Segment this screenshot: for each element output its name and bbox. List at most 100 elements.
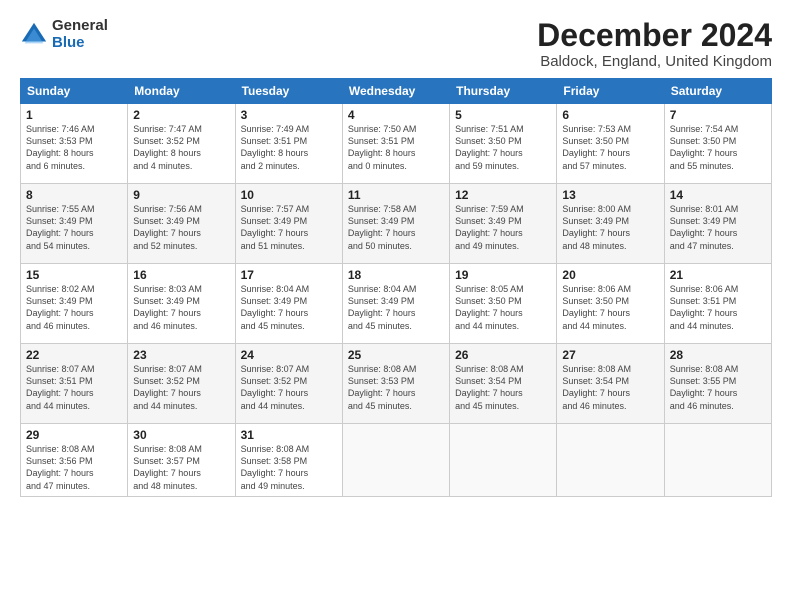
day-number: 7 <box>670 108 766 122</box>
day-number: 3 <box>241 108 337 122</box>
day-number: 10 <box>241 188 337 202</box>
table-row: 17Sunrise: 8:04 AM Sunset: 3:49 PM Dayli… <box>235 264 342 344</box>
logo-general-text: General <box>52 18 108 35</box>
day-number: 30 <box>133 428 229 442</box>
table-row: 22Sunrise: 8:07 AM Sunset: 3:51 PM Dayli… <box>21 344 128 424</box>
day-number: 21 <box>670 268 766 282</box>
day-number: 26 <box>455 348 551 362</box>
day-number: 28 <box>670 348 766 362</box>
table-row: 7Sunrise: 7:54 AM Sunset: 3:50 PM Daylig… <box>664 104 771 184</box>
table-row: 29Sunrise: 8:08 AM Sunset: 3:56 PM Dayli… <box>21 424 128 497</box>
table-row: 6Sunrise: 7:53 AM Sunset: 3:50 PM Daylig… <box>557 104 664 184</box>
day-number: 31 <box>241 428 337 442</box>
table-row: 3Sunrise: 7:49 AM Sunset: 3:51 PM Daylig… <box>235 104 342 184</box>
day-info: Sunrise: 7:49 AM Sunset: 3:51 PM Dayligh… <box>241 123 337 172</box>
header-row: Sunday Monday Tuesday Wednesday Thursday… <box>21 79 772 104</box>
day-number: 29 <box>26 428 122 442</box>
table-row: 15Sunrise: 8:02 AM Sunset: 3:49 PM Dayli… <box>21 264 128 344</box>
day-info: Sunrise: 7:50 AM Sunset: 3:51 PM Dayligh… <box>348 123 444 172</box>
day-info: Sunrise: 8:04 AM Sunset: 3:49 PM Dayligh… <box>348 283 444 332</box>
col-sunday: Sunday <box>21 79 128 104</box>
day-info: Sunrise: 8:07 AM Sunset: 3:52 PM Dayligh… <box>241 363 337 412</box>
day-number: 19 <box>455 268 551 282</box>
table-row: 20Sunrise: 8:06 AM Sunset: 3:50 PM Dayli… <box>557 264 664 344</box>
day-info: Sunrise: 8:06 AM Sunset: 3:50 PM Dayligh… <box>562 283 658 332</box>
day-info: Sunrise: 8:07 AM Sunset: 3:51 PM Dayligh… <box>26 363 122 412</box>
day-info: Sunrise: 7:56 AM Sunset: 3:49 PM Dayligh… <box>133 203 229 252</box>
day-number: 5 <box>455 108 551 122</box>
table-row: 10Sunrise: 7:57 AM Sunset: 3:49 PM Dayli… <box>235 184 342 264</box>
day-info: Sunrise: 8:08 AM Sunset: 3:53 PM Dayligh… <box>348 363 444 412</box>
table-row: 19Sunrise: 8:05 AM Sunset: 3:50 PM Dayli… <box>450 264 557 344</box>
day-info: Sunrise: 7:59 AM Sunset: 3:49 PM Dayligh… <box>455 203 551 252</box>
day-info: Sunrise: 8:08 AM Sunset: 3:54 PM Dayligh… <box>562 363 658 412</box>
day-number: 14 <box>670 188 766 202</box>
table-row: 2Sunrise: 7:47 AM Sunset: 3:52 PM Daylig… <box>128 104 235 184</box>
day-info: Sunrise: 7:53 AM Sunset: 3:50 PM Dayligh… <box>562 123 658 172</box>
day-info: Sunrise: 7:54 AM Sunset: 3:50 PM Dayligh… <box>670 123 766 172</box>
day-number: 17 <box>241 268 337 282</box>
table-row: 14Sunrise: 8:01 AM Sunset: 3:49 PM Dayli… <box>664 184 771 264</box>
table-row: 11Sunrise: 7:58 AM Sunset: 3:49 PM Dayli… <box>342 184 449 264</box>
col-thursday: Thursday <box>450 79 557 104</box>
table-row: 4Sunrise: 7:50 AM Sunset: 3:51 PM Daylig… <box>342 104 449 184</box>
day-number: 22 <box>26 348 122 362</box>
col-saturday: Saturday <box>664 79 771 104</box>
day-info: Sunrise: 8:00 AM Sunset: 3:49 PM Dayligh… <box>562 203 658 252</box>
day-number: 2 <box>133 108 229 122</box>
day-number: 9 <box>133 188 229 202</box>
day-number: 18 <box>348 268 444 282</box>
calendar-table: Sunday Monday Tuesday Wednesday Thursday… <box>20 78 772 497</box>
table-row: 23Sunrise: 8:07 AM Sunset: 3:52 PM Dayli… <box>128 344 235 424</box>
day-number: 6 <box>562 108 658 122</box>
col-monday: Monday <box>128 79 235 104</box>
table-row: 21Sunrise: 8:06 AM Sunset: 3:51 PM Dayli… <box>664 264 771 344</box>
day-info: Sunrise: 8:08 AM Sunset: 3:56 PM Dayligh… <box>26 443 122 492</box>
table-row <box>664 424 771 497</box>
day-info: Sunrise: 8:02 AM Sunset: 3:49 PM Dayligh… <box>26 283 122 332</box>
day-info: Sunrise: 7:46 AM Sunset: 3:53 PM Dayligh… <box>26 123 122 172</box>
table-row: 27Sunrise: 8:08 AM Sunset: 3:54 PM Dayli… <box>557 344 664 424</box>
day-info: Sunrise: 8:08 AM Sunset: 3:58 PM Dayligh… <box>241 443 337 492</box>
day-info: Sunrise: 7:58 AM Sunset: 3:49 PM Dayligh… <box>348 203 444 252</box>
day-info: Sunrise: 8:05 AM Sunset: 3:50 PM Dayligh… <box>455 283 551 332</box>
day-info: Sunrise: 8:08 AM Sunset: 3:57 PM Dayligh… <box>133 443 229 492</box>
table-row: 12Sunrise: 7:59 AM Sunset: 3:49 PM Dayli… <box>450 184 557 264</box>
day-number: 15 <box>26 268 122 282</box>
day-info: Sunrise: 8:04 AM Sunset: 3:49 PM Dayligh… <box>241 283 337 332</box>
table-row: 25Sunrise: 8:08 AM Sunset: 3:53 PM Dayli… <box>342 344 449 424</box>
title-block: December 2024 Baldock, England, United K… <box>537 18 772 70</box>
day-number: 27 <box>562 348 658 362</box>
day-number: 25 <box>348 348 444 362</box>
table-row: 16Sunrise: 8:03 AM Sunset: 3:49 PM Dayli… <box>128 264 235 344</box>
day-info: Sunrise: 7:55 AM Sunset: 3:49 PM Dayligh… <box>26 203 122 252</box>
table-row: 24Sunrise: 8:07 AM Sunset: 3:52 PM Dayli… <box>235 344 342 424</box>
table-row: 30Sunrise: 8:08 AM Sunset: 3:57 PM Dayli… <box>128 424 235 497</box>
table-row <box>450 424 557 497</box>
day-info: Sunrise: 8:03 AM Sunset: 3:49 PM Dayligh… <box>133 283 229 332</box>
page: General Blue December 2024 Baldock, Engl… <box>0 0 792 612</box>
day-info: Sunrise: 8:06 AM Sunset: 3:51 PM Dayligh… <box>670 283 766 332</box>
day-number: 12 <box>455 188 551 202</box>
col-tuesday: Tuesday <box>235 79 342 104</box>
main-title: December 2024 <box>537 18 772 53</box>
col-friday: Friday <box>557 79 664 104</box>
col-wednesday: Wednesday <box>342 79 449 104</box>
day-info: Sunrise: 8:07 AM Sunset: 3:52 PM Dayligh… <box>133 363 229 412</box>
day-info: Sunrise: 7:57 AM Sunset: 3:49 PM Dayligh… <box>241 203 337 252</box>
day-info: Sunrise: 7:47 AM Sunset: 3:52 PM Dayligh… <box>133 123 229 172</box>
day-info: Sunrise: 7:51 AM Sunset: 3:50 PM Dayligh… <box>455 123 551 172</box>
table-row: 5Sunrise: 7:51 AM Sunset: 3:50 PM Daylig… <box>450 104 557 184</box>
day-number: 16 <box>133 268 229 282</box>
table-row: 13Sunrise: 8:00 AM Sunset: 3:49 PM Dayli… <box>557 184 664 264</box>
logo-blue-text: Blue <box>52 35 108 52</box>
day-number: 8 <box>26 188 122 202</box>
day-info: Sunrise: 8:08 AM Sunset: 3:54 PM Dayligh… <box>455 363 551 412</box>
day-info: Sunrise: 8:08 AM Sunset: 3:55 PM Dayligh… <box>670 363 766 412</box>
table-row: 8Sunrise: 7:55 AM Sunset: 3:49 PM Daylig… <box>21 184 128 264</box>
table-row: 18Sunrise: 8:04 AM Sunset: 3:49 PM Dayli… <box>342 264 449 344</box>
logo-text: General Blue <box>52 18 108 51</box>
table-row: 31Sunrise: 8:08 AM Sunset: 3:58 PM Dayli… <box>235 424 342 497</box>
logo: General Blue <box>20 18 108 51</box>
day-number: 4 <box>348 108 444 122</box>
